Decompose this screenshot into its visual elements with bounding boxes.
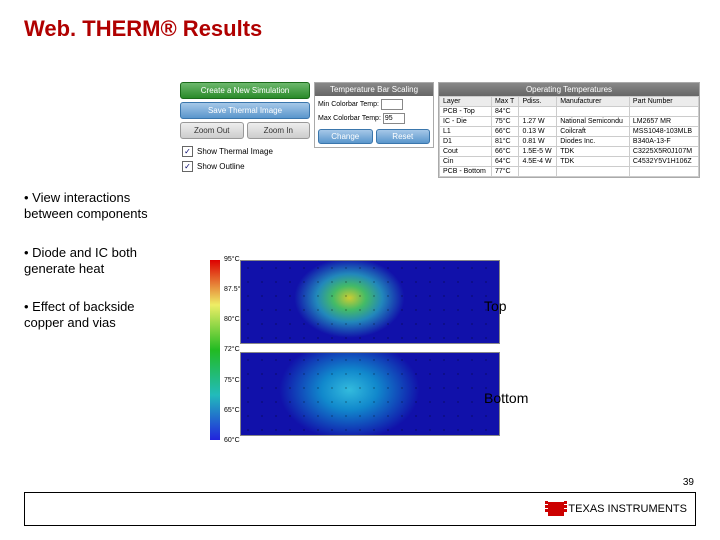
- temp-scaling-panel: Temperature Bar Scaling Min Colorbar Tem…: [314, 82, 434, 148]
- save-image-button[interactable]: Save Thermal Image: [180, 102, 310, 119]
- show-thermal-checkbox[interactable]: ✓Show Thermal Image: [182, 146, 288, 157]
- create-simulation-button[interactable]: Create a New Simulation: [180, 82, 310, 99]
- bullet-item: • Diode and IC both generate heat: [24, 245, 174, 278]
- max-temp-label: Max Colorbar Temp:: [318, 115, 381, 122]
- bullet-list: • View interactions between components •…: [24, 190, 174, 354]
- panel-header: Temperature Bar Scaling: [315, 83, 433, 96]
- footer: TEXAS INSTRUMENTS: [24, 492, 696, 526]
- app-area: Create a New Simulation Save Thermal Ima…: [180, 82, 700, 178]
- max-temp-input[interactable]: [383, 113, 405, 124]
- table-row[interactable]: Cout66°C1.5E-5 WTDKC3225X5R0J107M: [440, 147, 699, 157]
- table-row[interactable]: D181°C0.81 WDiodes Inc.B340A-13-F: [440, 137, 699, 147]
- bullet-item: • View interactions between components: [24, 190, 174, 223]
- thermal-map-bottom[interactable]: [240, 352, 500, 436]
- ops-table: LayerMax TPdiss.ManufacturerPart NumberP…: [439, 96, 699, 177]
- bullet-item: • Effect of backside copper and vias: [24, 299, 174, 332]
- panel-header: Operating Temperatures: [439, 83, 699, 96]
- colorbar: 95°C87.5°C80°C72°C75°C65°C60°C: [210, 260, 234, 440]
- map-label-top: Top: [484, 298, 507, 314]
- zoom-out-button[interactable]: Zoom Out: [180, 122, 244, 139]
- button-column: Create a New Simulation Save Thermal Ima…: [180, 82, 310, 176]
- chip-icon: [548, 502, 564, 516]
- table-row[interactable]: PCB - Top84°C: [440, 107, 699, 117]
- map-label-bottom: Bottom: [484, 390, 528, 406]
- slide-number: 39: [683, 477, 694, 488]
- table-header: Max T: [491, 97, 518, 107]
- table-header: Pdiss.: [519, 97, 557, 107]
- min-temp-input[interactable]: [381, 99, 403, 110]
- zoom-in-button[interactable]: Zoom In: [247, 122, 311, 139]
- table-row[interactable]: IC - Die75°C1.27 WNational SemiconduLM26…: [440, 117, 699, 127]
- operating-temps-panel: Operating Temperatures LayerMax TPdiss.M…: [438, 82, 700, 178]
- change-button[interactable]: Change: [318, 129, 373, 144]
- table-row[interactable]: Cin64°C4.5E-4 WTDKC4532Y5V1H106Z: [440, 157, 699, 167]
- table-header: Manufacturer: [557, 97, 630, 107]
- ti-logo: TEXAS INSTRUMENTS: [548, 502, 687, 516]
- thermal-map-top[interactable]: [240, 260, 500, 344]
- table-header: Layer: [440, 97, 492, 107]
- colorbar-tick: 60°C: [224, 437, 252, 444]
- page-title: Web. THERM® Results: [0, 0, 720, 42]
- show-outline-checkbox[interactable]: ✓Show Outline: [182, 161, 288, 172]
- reset-button[interactable]: Reset: [376, 129, 431, 144]
- checkbox-icon: ✓: [182, 146, 193, 157]
- checkbox-icon: ✓: [182, 161, 193, 172]
- table-header: Part Number: [629, 97, 698, 107]
- table-row[interactable]: PCB - Bottom77°C: [440, 167, 699, 177]
- table-row[interactable]: L166°C0.13 WCoilcraftMSS1048-103MLB: [440, 127, 699, 137]
- min-temp-label: Min Colorbar Temp:: [318, 101, 379, 108]
- thermal-visualization: 95°C87.5°C80°C72°C75°C65°C60°C: [210, 260, 500, 440]
